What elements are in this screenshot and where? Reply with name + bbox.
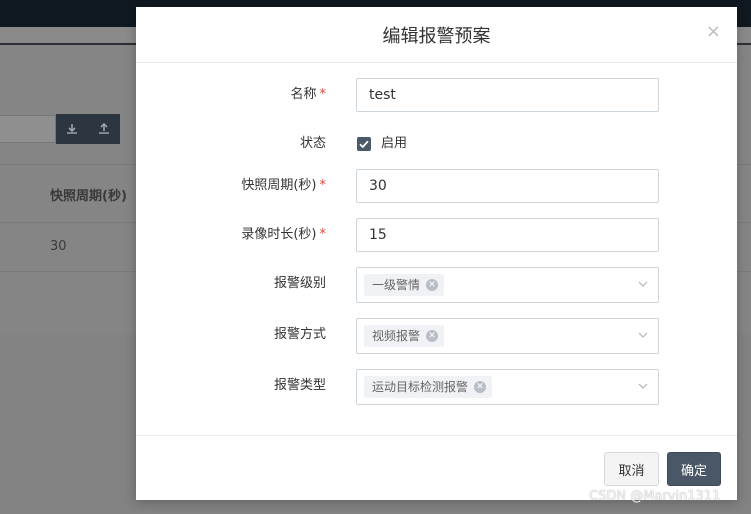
form-row-alarm-level: 报警级别 一级警情 ✕	[136, 267, 737, 303]
watermark-text: CSDN @Marvin1311	[589, 489, 721, 504]
dialog-header: 编辑报警预案 ×	[136, 7, 737, 63]
snapshot-period-label: 快照周期(秒) *	[241, 178, 327, 193]
checkmark-icon	[359, 140, 369, 149]
name-label: 名称 *	[290, 87, 327, 102]
alarm-type-tag: 运动目标检测报警 ✕	[364, 376, 493, 398]
chevron-down-icon	[638, 332, 648, 338]
close-icon[interactable]: ×	[706, 21, 721, 42]
form-row-status: 状态 启用	[136, 127, 737, 161]
tag-label: 运动目标检测报警	[372, 380, 469, 394]
chevron-down-icon	[638, 281, 648, 287]
enable-checkbox-label[interactable]: 启用	[381, 127, 407, 161]
required-mark: *	[319, 178, 327, 193]
upload-button	[88, 114, 120, 144]
download-button	[56, 114, 88, 144]
tag-remove-icon[interactable]: ✕	[426, 330, 439, 342]
chevron-down-icon	[638, 383, 648, 389]
alarm-method-label: 报警方式	[273, 327, 326, 342]
page: 快照周期(秒) 30 编辑报警预案 × 名称 * test 状态 启用 快照周期(…	[0, 0, 751, 514]
alarm-type-select[interactable]: 运动目标检测报警 ✕	[356, 369, 659, 405]
confirm-button[interactable]: 确定	[667, 452, 721, 486]
form-row-alarm-type: 报警类型 运动目标检测报警 ✕	[136, 369, 737, 405]
tag-remove-icon[interactable]: ✕	[426, 279, 439, 291]
cancel-button[interactable]: 取消	[604, 452, 659, 486]
edit-alarm-plan-dialog: 编辑报警预案 × 名称 * test 状态 启用 快照周期(秒) * 30 录像时长…	[136, 7, 737, 500]
alarm-method-select[interactable]: 视频报警 ✕	[356, 318, 659, 354]
required-mark: *	[319, 227, 327, 242]
background-search-input	[0, 115, 56, 143]
upload-icon	[99, 123, 109, 134]
enable-checkbox[interactable]	[357, 137, 371, 151]
tag-remove-icon[interactable]: ✕	[474, 381, 487, 393]
table-cell-snapshot-period: 30	[50, 239, 67, 254]
table-header-snapshot-period: 快照周期(秒)	[50, 189, 127, 204]
alarm-level-tag: 一级警情 ✕	[364, 274, 445, 296]
required-mark: *	[319, 87, 327, 102]
form-row-snapshot-period: 快照周期(秒) * 30	[136, 169, 737, 203]
snapshot-period-input[interactable]: 30	[356, 169, 659, 203]
tag-label: 视频报警	[372, 329, 421, 343]
form-row-record-duration: 录像时长(秒) * 15	[136, 218, 737, 252]
dialog-title: 编辑报警预案	[382, 25, 491, 47]
name-input[interactable]: test	[356, 78, 659, 112]
record-duration-input[interactable]: 15	[356, 218, 659, 252]
alarm-type-label: 报警类型	[273, 378, 326, 393]
alarm-level-label: 报警级别	[273, 276, 326, 291]
download-icon	[67, 124, 77, 134]
alarm-method-tag: 视频报警 ✕	[364, 325, 445, 347]
alarm-level-select[interactable]: 一级警情 ✕	[356, 267, 659, 303]
form-row-name: 名称 * test	[136, 78, 737, 112]
status-label: 状态	[299, 136, 326, 151]
record-duration-label: 录像时长(秒) *	[241, 227, 327, 242]
form-row-alarm-method: 报警方式 视频报警 ✕	[136, 318, 737, 354]
tag-label: 一级警情	[372, 278, 421, 292]
